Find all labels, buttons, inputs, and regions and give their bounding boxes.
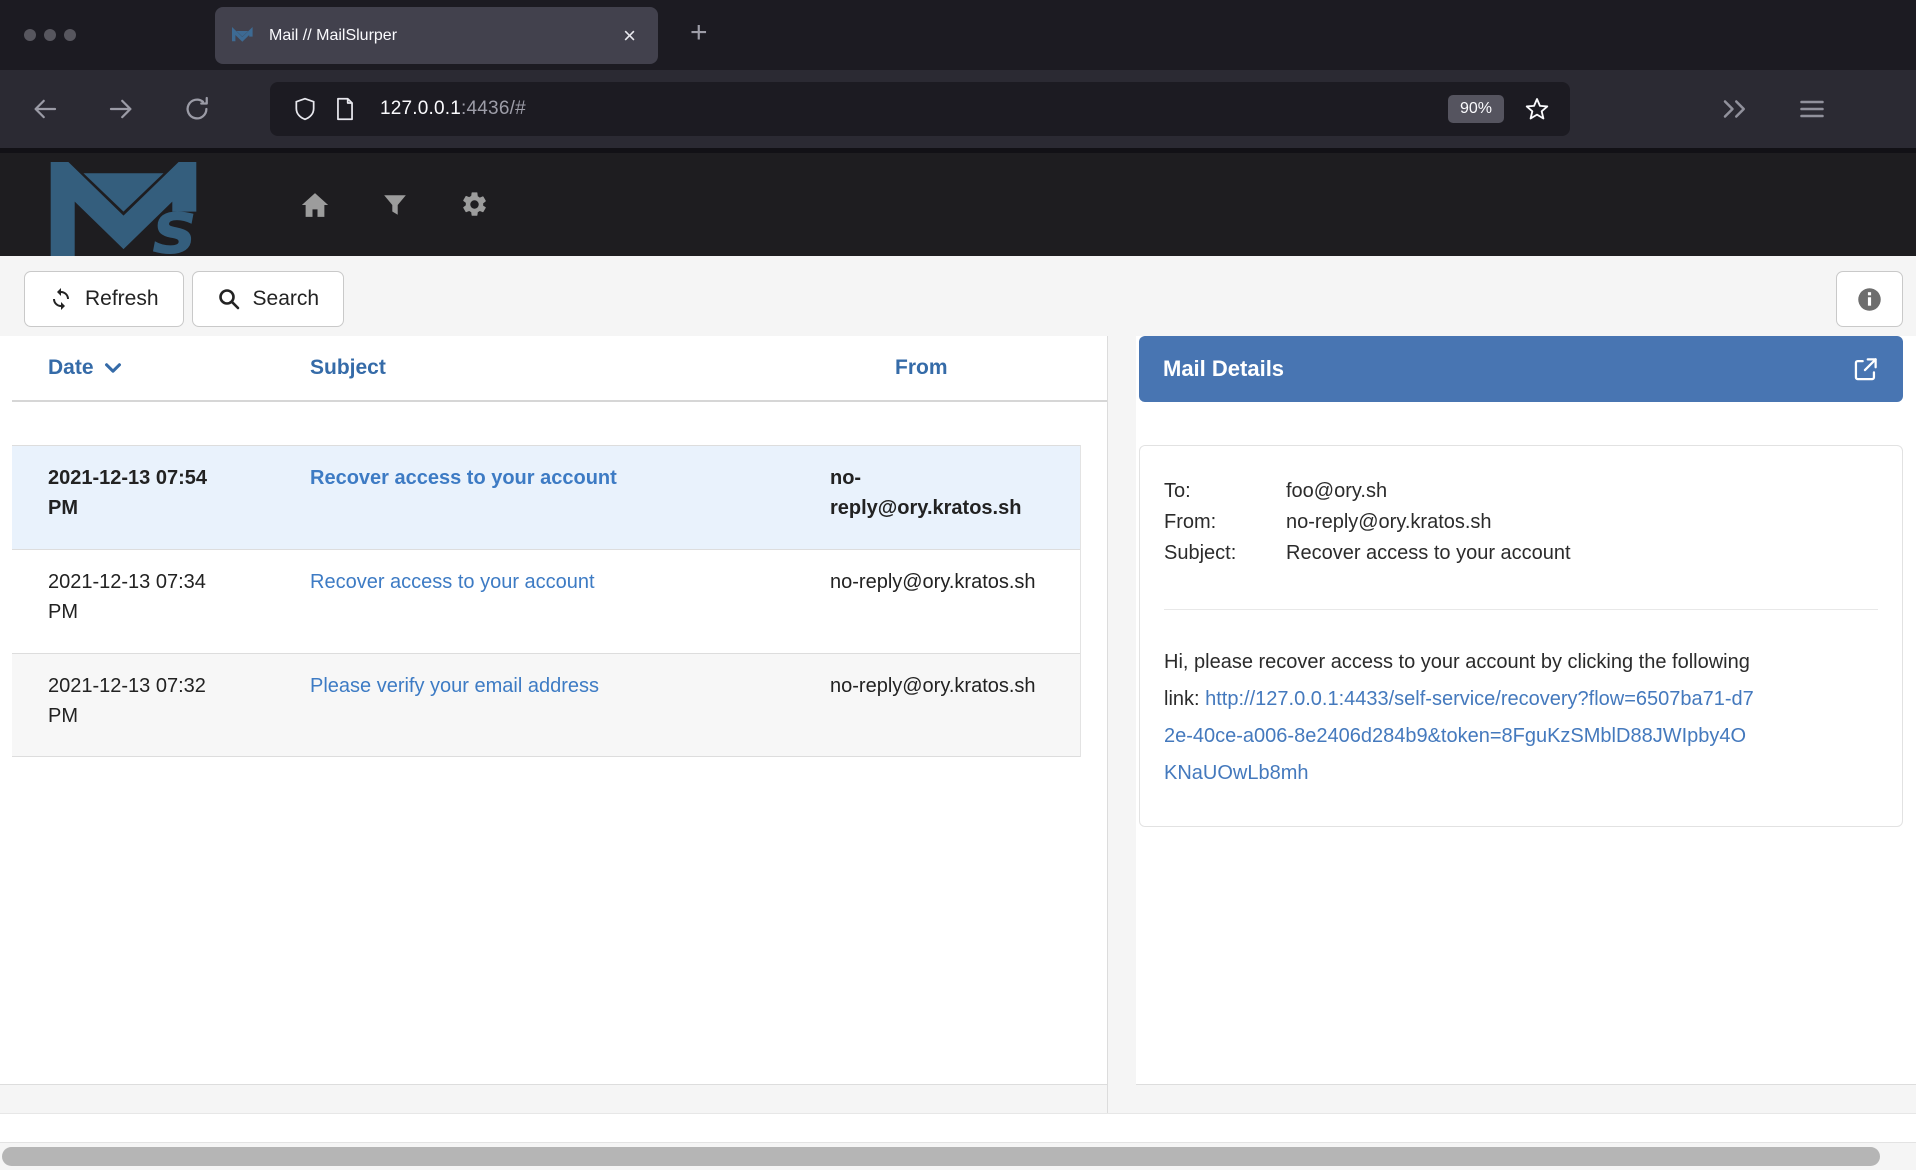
window-close-dot[interactable] [24, 29, 36, 41]
mail-subject: Recover access to your account [310, 567, 830, 636]
tab-close-button[interactable]: × [617, 23, 642, 49]
window-maximize-dot[interactable] [64, 29, 76, 41]
field-subject-value: Recover access to your account [1286, 538, 1571, 569]
column-header-from[interactable]: From [830, 356, 1107, 380]
mail-subject-link[interactable]: Recover access to your account [310, 467, 617, 489]
mail-subject: Recover access to your account [310, 463, 830, 532]
reload-icon [182, 94, 212, 124]
mail-rows: 2021-12-13 07:54 PM Recover access to yo… [12, 445, 1081, 757]
info-button[interactable] [1836, 271, 1903, 327]
forward-arrow-icon [106, 94, 136, 124]
mail-from: no-reply@ory.kratos.sh [830, 671, 1080, 739]
forward-button[interactable] [104, 92, 138, 126]
field-subject: Subject: Recover access to your account [1164, 538, 1878, 569]
hamburger-menu-icon[interactable] [1798, 95, 1826, 123]
mail-row[interactable]: 2021-12-13 07:34 PM Recover access to yo… [12, 549, 1080, 653]
field-subject-label: Subject: [1164, 538, 1286, 569]
search-icon [217, 287, 241, 311]
page-info-icon[interactable] [332, 96, 358, 122]
svg-text:s: s [152, 186, 196, 258]
window-controls[interactable] [24, 29, 76, 41]
bottom-strip [0, 1113, 1916, 1142]
tracking-protection-shield-icon[interactable] [292, 96, 318, 122]
mail-date: 2021-12-13 07:34 PM [48, 567, 310, 636]
mail-from: no-reply@ory.kratos.sh [830, 463, 1080, 532]
browser-window: Mail // MailSlurper × + 127.0.0.1:4436/#… [0, 0, 1916, 1170]
mail-body: Hi, please recover access to your accoun… [1164, 644, 1759, 792]
mail-details-card: To: foo@ory.sh From: no-reply@ory.kratos… [1139, 445, 1903, 827]
field-from-label: From: [1164, 507, 1286, 538]
recovery-link[interactable]: http://127.0.0.1:4433/self-service/recov… [1164, 688, 1754, 784]
url-text: 127.0.0.1:4436/# [380, 98, 526, 120]
mail-row[interactable]: 2021-12-13 07:32 PM Please verify your e… [12, 653, 1080, 757]
mailslurper-favicon-icon [231, 27, 257, 45]
zoom-level-badge[interactable]: 90% [1448, 95, 1504, 123]
mail-date: 2021-12-13 07:54 PM [48, 463, 310, 532]
mail-subject: Please verify your email address [310, 671, 830, 739]
back-button[interactable] [28, 92, 62, 126]
mail-row[interactable]: 2021-12-13 07:54 PM Recover access to yo… [12, 445, 1080, 549]
mail-list-pane: Date Subject From 2021-12-13 07:54 PM Re… [0, 336, 1108, 1113]
details-divider [1164, 609, 1878, 610]
search-button[interactable]: Search [192, 271, 345, 327]
browser-nav-bar: 127.0.0.1:4436/# 90% [0, 70, 1916, 148]
browser-tab[interactable]: Mail // MailSlurper × [215, 7, 658, 64]
back-arrow-icon [30, 94, 60, 124]
bookmark-star-icon[interactable] [1524, 96, 1550, 122]
scrollbar-thumb[interactable] [2, 1147, 1880, 1166]
search-label: Search [253, 287, 320, 311]
column-header-subject[interactable]: Subject [310, 356, 830, 380]
refresh-icon [49, 287, 73, 311]
action-toolbar: Refresh Search [0, 256, 1916, 336]
mail-date: 2021-12-13 07:32 PM [48, 671, 310, 739]
home-icon[interactable] [300, 190, 330, 220]
new-tab-button[interactable]: + [690, 18, 708, 48]
refresh-label: Refresh [85, 287, 159, 311]
field-to-value: foo@ory.sh [1286, 476, 1387, 507]
mail-from: no-reply@ory.kratos.sh [830, 567, 1080, 636]
filter-icon[interactable] [382, 192, 408, 218]
browser-tab-bar: Mail // MailSlurper × + [0, 0, 1916, 70]
settings-gear-icon[interactable] [460, 190, 489, 219]
sort-descending-caret-icon [102, 357, 124, 379]
overflow-chevrons-icon[interactable] [1720, 94, 1750, 124]
mail-details-header: Mail Details [1139, 336, 1903, 402]
url-bar[interactable]: 127.0.0.1:4436/# 90% [270, 82, 1570, 136]
field-to: To: foo@ory.sh [1164, 476, 1878, 507]
field-from: From: no-reply@ory.kratos.sh [1164, 507, 1878, 538]
mail-subject-link[interactable]: Please verify your email address [310, 675, 599, 697]
mail-list-column-headers: Date Subject From [12, 336, 1107, 402]
mailslurper-logo: s [33, 162, 238, 258]
open-in-new-window-icon[interactable] [1852, 356, 1879, 383]
mail-details-title: Mail Details [1163, 356, 1284, 382]
tab-title: Mail // MailSlurper [269, 27, 397, 45]
mail-subject-link[interactable]: Recover access to your account [310, 571, 595, 593]
column-header-date[interactable]: Date [48, 356, 310, 380]
field-from-value: no-reply@ory.kratos.sh [1286, 507, 1492, 538]
mail-details-pane: Mail Details To: foo@ory.sh From: no-rep… [1136, 336, 1916, 1113]
main-content: Date Subject From 2021-12-13 07:54 PM Re… [0, 336, 1916, 1113]
window-minimize-dot[interactable] [44, 29, 56, 41]
horizontal-scrollbar[interactable] [0, 1142, 1916, 1170]
mailslurper-header: s [0, 148, 1916, 256]
info-icon [1856, 286, 1883, 313]
field-to-label: To: [1164, 476, 1286, 507]
reload-button[interactable] [180, 92, 214, 126]
refresh-button[interactable]: Refresh [24, 271, 184, 327]
